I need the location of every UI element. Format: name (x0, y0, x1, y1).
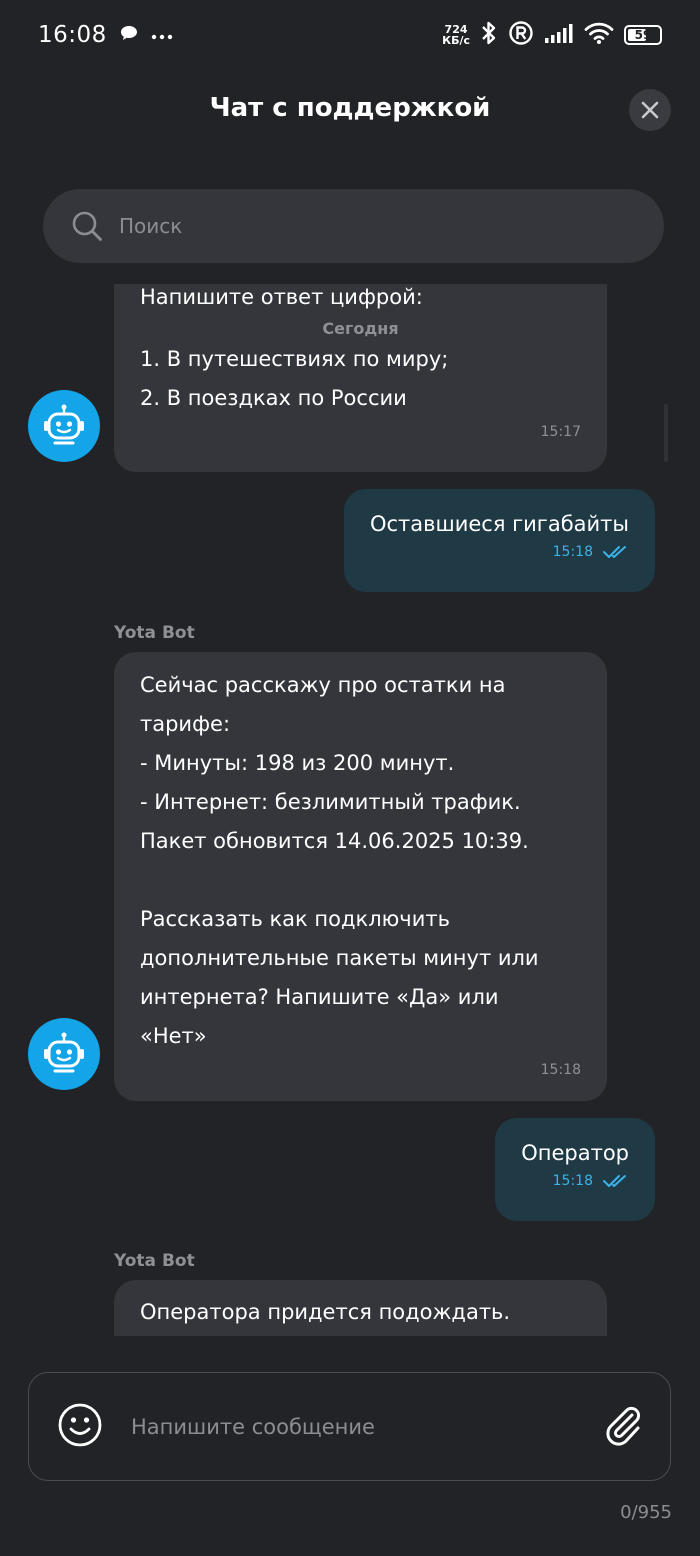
network-speed-unit: КБ/с (442, 34, 470, 47)
wifi-icon (584, 21, 614, 49)
emoji-button[interactable] (57, 1402, 103, 1452)
message-text: Напишите ответ цифрой: (140, 285, 423, 309)
message-time: 15:18 (540, 1062, 581, 1078)
message-meta: 15:18 (521, 1173, 629, 1189)
paperclip-icon (606, 1406, 641, 1446)
attach-button[interactable] (600, 1402, 646, 1452)
sender-name: Yota Bot (114, 1251, 195, 1271)
status-bar-left: 16:08 (38, 22, 173, 48)
header: Чат с поддержкой (0, 72, 700, 144)
double-check-icon (603, 1175, 626, 1187)
battery-level: 59 (634, 28, 652, 42)
network-speed: 724 КБ/с (442, 24, 470, 46)
bot-avatar (28, 390, 100, 462)
chat-notification-icon (119, 23, 139, 47)
message-time: 15:18 (552, 1173, 593, 1189)
bluetooth-icon (480, 20, 498, 50)
status-time: 16:08 (38, 22, 107, 48)
close-icon (641, 101, 659, 119)
double-check-icon (603, 546, 626, 558)
close-button[interactable] (629, 89, 671, 131)
signal-icon (544, 22, 574, 48)
more-dots-icon (151, 26, 173, 45)
message-text: Оператора придется подождать. (140, 1300, 511, 1324)
registered-icon (508, 20, 534, 50)
message-time: 15:17 (540, 424, 581, 440)
robot-icon (44, 1032, 84, 1073)
message-bubble-incoming: Напишите ответ цифрой: Сегодня 1. В путе… (114, 284, 607, 472)
message-text: Оставшиеся гигабайты (369, 512, 629, 536)
sender-name: Yota Bot (114, 623, 195, 643)
scrollbar-thumb[interactable] (664, 404, 668, 462)
message-text: Оператор (521, 1141, 629, 1165)
date-separator: Сегодня (322, 319, 399, 338)
message-composer[interactable] (28, 1372, 671, 1481)
message-bubble-outgoing: Оператор 15:18 (495, 1118, 655, 1221)
message-time: 15:18 (552, 544, 593, 560)
character-counter: 0/955 (620, 1502, 672, 1523)
chat-messages[interactable]: Напишите ответ цифрой: Сегодня 1. В путе… (0, 284, 700, 1336)
message-meta: 15:18 (370, 544, 629, 560)
status-bar: 16:08 724 КБ/с 59 (0, 0, 700, 70)
bot-avatar (28, 1018, 100, 1090)
message-input[interactable] (131, 1414, 561, 1439)
search-bar[interactable] (43, 189, 664, 263)
battery-icon: 59 (624, 25, 662, 45)
status-bar-right: 724 КБ/с 59 (442, 20, 662, 50)
robot-icon (44, 404, 84, 445)
page-title: Чат с поддержкой (209, 93, 491, 123)
message-text: 1. В путешествиях по миру; 2. В поездках… (140, 347, 449, 410)
emoji-icon (58, 1403, 102, 1446)
search-icon (72, 211, 102, 241)
search-input[interactable] (119, 214, 599, 238)
message-text: Сейчас расскажу про остатки на тарифе: -… (140, 673, 539, 1048)
message-bubble-incoming: Сейчас расскажу про остатки на тарифе: -… (114, 652, 607, 1101)
message-bubble-incoming: Оператора придется подождать. (114, 1280, 607, 1336)
message-bubble-outgoing: Оставшиеся гигабайты 15:18 (343, 489, 655, 592)
